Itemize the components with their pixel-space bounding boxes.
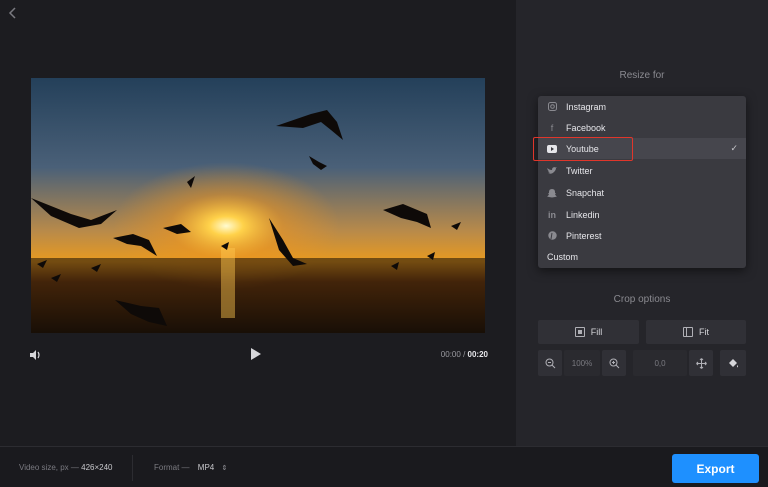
time-current: 00:00	[440, 350, 461, 359]
dropdown-item-label: Twitter	[566, 165, 593, 176]
move-button[interactable]	[689, 350, 713, 376]
resize-title: Resize for	[619, 70, 665, 81]
dropdown-item-label: Custom	[547, 251, 579, 262]
dropdown-item-pinterest[interactable]: Pinterest	[538, 225, 746, 246]
back-button[interactable]	[8, 6, 24, 24]
zoom-in-button[interactable]	[602, 350, 626, 376]
video-size-label: Video size, px —	[19, 463, 79, 472]
player-controls: 00:00 / 00:20	[28, 346, 488, 366]
dropdown-item-label: Facebook	[566, 122, 606, 133]
fill-icon	[574, 327, 585, 337]
export-label: Export	[696, 461, 735, 476]
time-total: 00:20	[467, 350, 488, 359]
dropdown-item-label: Snapchat	[566, 187, 605, 198]
fit-icon	[683, 327, 693, 337]
snapchat-icon	[547, 188, 557, 198]
fill-label: Fill	[590, 327, 603, 337]
dropdown-item-linkedin[interactable]: in Linkedin	[538, 204, 746, 225]
zoom-in-icon	[609, 358, 619, 368]
position-field[interactable]: 0,0	[633, 350, 687, 376]
twitter-icon	[547, 166, 557, 176]
format-value: MP4	[197, 463, 215, 472]
dropdown-item-instagram[interactable]: Instagram	[538, 96, 746, 117]
zoom-out-icon	[545, 358, 555, 368]
dropdown-item-label: Linkedin	[566, 209, 600, 220]
video-size-value: 426×240	[81, 463, 113, 472]
divider	[132, 455, 133, 481]
format-selector[interactable]: Format — MP4 ⇕	[154, 463, 227, 472]
dropdown-item-label: Instagram	[566, 101, 607, 112]
background-color-button[interactable]	[720, 350, 746, 376]
position-value: 0,0	[654, 358, 666, 368]
fit-label: Fit	[699, 327, 709, 337]
dropdown-item-label: Pinterest	[566, 230, 602, 241]
youtube-icon	[547, 144, 557, 154]
time-separator: /	[463, 350, 466, 359]
linkedin-icon: in	[548, 209, 556, 220]
pinterest-icon	[547, 231, 557, 241]
time-display: 00:00 / 00:20	[441, 350, 488, 359]
up-down-arrows-icon: ⇕	[221, 465, 228, 472]
video-preview	[31, 78, 485, 333]
bottom-bar: Video size, px — 426×240 Format — MP4 ⇕ …	[0, 446, 768, 487]
zoom-value-field[interactable]: 100%	[564, 350, 600, 376]
instagram-icon	[547, 102, 557, 112]
dropdown-item-twitter[interactable]: Twitter	[538, 160, 746, 181]
format-label: Format —	[154, 463, 190, 472]
crop-options-title: Crop options	[613, 294, 671, 305]
dropdown-item-custom[interactable]: Custom	[538, 246, 746, 267]
export-button[interactable]: Export	[672, 454, 759, 483]
play-button[interactable]	[250, 347, 264, 363]
volume-button[interactable]	[28, 348, 44, 364]
paint-bucket-icon	[729, 358, 738, 367]
volume-icon	[30, 350, 40, 360]
settings-pane: Resize for Instagram f Facebook Youtube …	[516, 0, 768, 446]
fit-button[interactable]: Fit	[646, 320, 746, 344]
dropdown-item-youtube[interactable]: Youtube ✓	[538, 138, 746, 159]
zoom-value: 100%	[571, 358, 593, 368]
dropdown-item-snapchat[interactable]: Snapchat	[538, 182, 746, 203]
video-size-info: Video size, px — 426×240	[19, 463, 113, 472]
fill-button[interactable]: Fill	[538, 320, 639, 344]
chevron-left-icon	[8, 7, 16, 19]
dropdown-item-facebook[interactable]: f Facebook	[538, 117, 746, 138]
play-icon	[251, 348, 261, 360]
check-icon: ✓	[730, 143, 738, 153]
preview-pane: 00:00 / 00:20	[0, 0, 516, 446]
resize-dropdown: Instagram f Facebook Youtube ✓ Twitter S…	[538, 96, 746, 268]
move-icon	[695, 357, 707, 369]
dropdown-item-label: Youtube	[566, 143, 599, 154]
zoom-out-button[interactable]	[538, 350, 562, 376]
facebook-icon: f	[550, 122, 554, 133]
